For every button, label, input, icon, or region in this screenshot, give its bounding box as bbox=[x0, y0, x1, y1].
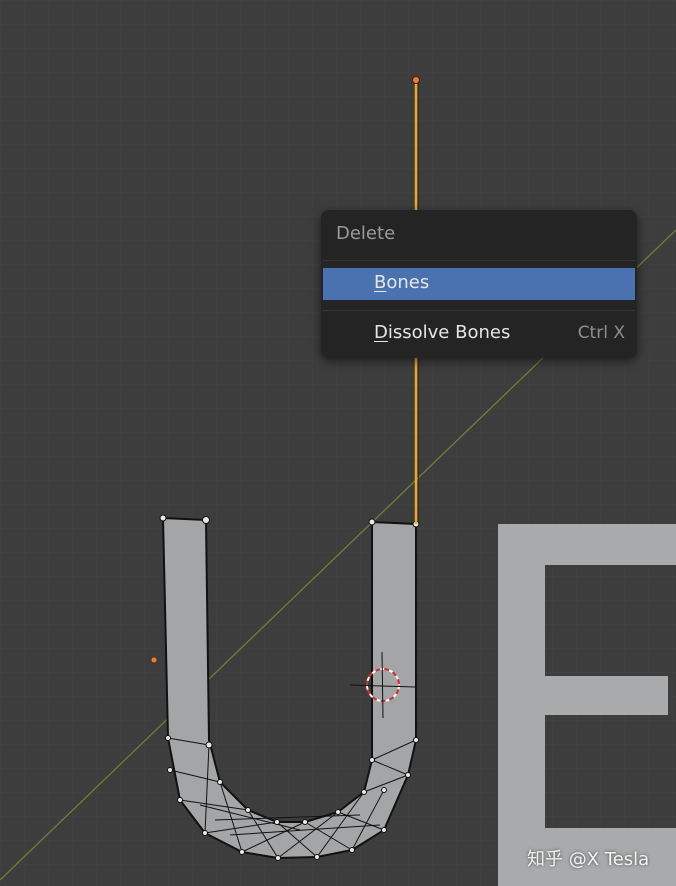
menu-separator bbox=[323, 310, 635, 311]
menu-item-bones[interactable]: Bones bbox=[323, 268, 635, 300]
menu-separator bbox=[323, 260, 635, 261]
viewport-canvas[interactable] bbox=[0, 0, 676, 886]
shortcut-label: Ctrl X bbox=[577, 323, 625, 343]
object-origin-dot bbox=[151, 657, 157, 663]
bone-head-vertex[interactable] bbox=[412, 76, 420, 84]
menu-item-dissolve-bones[interactable]: Dissolve Bones Ctrl X bbox=[323, 318, 635, 350]
delete-context-menu: Delete Bones Dissolve Bones Ctrl X bbox=[321, 210, 637, 358]
menu-title: Delete bbox=[336, 223, 396, 244]
menu-item-label: Bones bbox=[374, 272, 430, 293]
menu-item-label: Dissolve Bones bbox=[374, 322, 511, 343]
3d-viewport[interactable] bbox=[0, 0, 676, 886]
grid-floor bbox=[0, 0, 676, 886]
watermark: 知乎 @X Tesla bbox=[527, 849, 650, 870]
